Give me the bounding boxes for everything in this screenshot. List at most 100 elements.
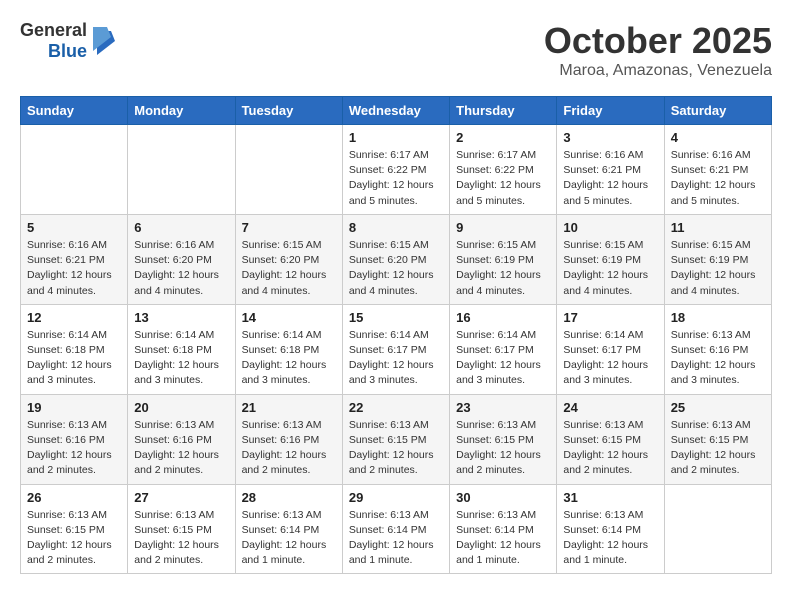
calendar-cell: 13 Sunrise: 6:14 AM Sunset: 6:18 PM Dayli… [128, 304, 235, 394]
day-info: Sunrise: 6:13 AM Sunset: 6:14 PM Dayligh… [456, 508, 550, 569]
day-number: 21 [242, 400, 336, 415]
location-title: Maroa, Amazonas, Venezuela [544, 62, 772, 80]
calendar-cell: 7 Sunrise: 6:15 AM Sunset: 6:20 PM Daylig… [235, 214, 342, 304]
day-number: 27 [134, 490, 228, 505]
day-info: Sunrise: 6:13 AM Sunset: 6:14 PM Dayligh… [349, 508, 443, 569]
logo: General Blue [20, 20, 115, 62]
day-info: Sunrise: 6:15 AM Sunset: 6:19 PM Dayligh… [671, 238, 765, 299]
page-header: General Blue October 2025 Maroa, Amazona… [20, 20, 772, 80]
calendar-cell: 25Sunrise: 6:13 AM Sunset: 6:15 PM Dayli… [664, 394, 771, 484]
day-number: 22 [349, 400, 443, 415]
day-number: 15 [349, 310, 443, 325]
day-number: 1 [349, 130, 443, 145]
calendar-cell: 16 Sunrise: 6:14 AM Sunset: 6:17 PM Dayli… [450, 304, 557, 394]
calendar-week-row: 5Sunrise: 6:16 AM Sunset: 6:21 PM Daylig… [21, 214, 772, 304]
calendar-cell: 14Sunrise: 6:14 AM Sunset: 6:18 PM Dayli… [235, 304, 342, 394]
day-info: Sunrise: 6:16 AM Sunset: 6:21 PM Dayligh… [671, 148, 765, 209]
day-info: Sunrise: 6:13 AM Sunset: 6:16 PM Dayligh… [27, 418, 121, 479]
calendar-cell: 19 Sunrise: 6:13 AM Sunset: 6:16 PM Dayli… [21, 394, 128, 484]
calendar-cell: 31 Sunrise: 6:13 AM Sunset: 6:14 PM Dayli… [557, 484, 664, 574]
day-number: 8 [349, 220, 443, 235]
day-number: 11 [671, 220, 765, 235]
day-number: 2 [456, 130, 550, 145]
calendar-cell: 29 Sunrise: 6:13 AM Sunset: 6:14 PM Dayli… [342, 484, 449, 574]
day-info: Sunrise: 6:15 AM Sunset: 6:19 PM Dayligh… [456, 238, 550, 299]
calendar-cell: 26Sunrise: 6:13 AM Sunset: 6:15 PM Dayli… [21, 484, 128, 574]
day-number: 29 [349, 490, 443, 505]
calendar-cell: 23 Sunrise: 6:13 AM Sunset: 6:15 PM Dayli… [450, 394, 557, 484]
calendar-header-row: SundayMondayTuesdayWednesdayThursdayFrid… [21, 97, 772, 125]
weekday-header: Thursday [450, 97, 557, 125]
calendar-cell: 27 Sunrise: 6:13 AM Sunset: 6:15 PM Dayli… [128, 484, 235, 574]
day-number: 6 [134, 220, 228, 235]
weekday-header: Tuesday [235, 97, 342, 125]
day-number: 10 [563, 220, 657, 235]
day-number: 9 [456, 220, 550, 235]
day-info: Sunrise: 6:16 AM Sunset: 6:20 PM Dayligh… [134, 238, 228, 299]
day-info: Sunrise: 6:13 AM Sunset: 6:16 PM Dayligh… [671, 328, 765, 389]
day-info: Sunrise: 6:13 AM Sunset: 6:16 PM Dayligh… [134, 418, 228, 479]
day-info: Sunrise: 6:13 AM Sunset: 6:15 PM Dayligh… [563, 418, 657, 479]
day-info: Sunrise: 6:15 AM Sunset: 6:20 PM Dayligh… [242, 238, 336, 299]
logo-icon [93, 27, 115, 55]
day-number: 19 [27, 400, 121, 415]
logo-general: General [20, 20, 87, 41]
calendar-cell: 8 Sunrise: 6:15 AM Sunset: 6:20 PM Daylig… [342, 214, 449, 304]
day-number: 5 [27, 220, 121, 235]
weekday-header: Friday [557, 97, 664, 125]
day-number: 31 [563, 490, 657, 505]
title-block: October 2025 Maroa, Amazonas, Venezuela [544, 20, 772, 80]
calendar-cell: 11 Sunrise: 6:15 AM Sunset: 6:19 PM Dayli… [664, 214, 771, 304]
day-info: Sunrise: 6:13 AM Sunset: 6:14 PM Dayligh… [563, 508, 657, 569]
calendar-week-row: 19 Sunrise: 6:13 AM Sunset: 6:16 PM Dayli… [21, 394, 772, 484]
day-info: Sunrise: 6:15 AM Sunset: 6:19 PM Dayligh… [563, 238, 657, 299]
day-info: Sunrise: 6:15 AM Sunset: 6:20 PM Dayligh… [349, 238, 443, 299]
day-info: Sunrise: 6:13 AM Sunset: 6:15 PM Dayligh… [134, 508, 228, 569]
day-number: 12 [27, 310, 121, 325]
day-number: 17 [563, 310, 657, 325]
calendar-cell: 6 Sunrise: 6:16 AM Sunset: 6:20 PM Daylig… [128, 214, 235, 304]
calendar-week-row: 26Sunrise: 6:13 AM Sunset: 6:15 PM Dayli… [21, 484, 772, 574]
day-number: 4 [671, 130, 765, 145]
day-number: 18 [671, 310, 765, 325]
day-info: Sunrise: 6:16 AM Sunset: 6:21 PM Dayligh… [563, 148, 657, 209]
calendar-table: SundayMondayTuesdayWednesdayThursdayFrid… [20, 96, 772, 574]
calendar-cell: 2 Sunrise: 6:17 AM Sunset: 6:22 PM Daylig… [450, 125, 557, 215]
weekday-header: Monday [128, 97, 235, 125]
weekday-header: Wednesday [342, 97, 449, 125]
calendar-cell [235, 125, 342, 215]
day-info: Sunrise: 6:17 AM Sunset: 6:22 PM Dayligh… [456, 148, 550, 209]
calendar-cell: 30Sunrise: 6:13 AM Sunset: 6:14 PM Dayli… [450, 484, 557, 574]
day-number: 13 [134, 310, 228, 325]
day-number: 7 [242, 220, 336, 235]
calendar-cell: 15 Sunrise: 6:14 AM Sunset: 6:17 PM Dayli… [342, 304, 449, 394]
calendar-cell [664, 484, 771, 574]
day-number: 16 [456, 310, 550, 325]
calendar-cell: 21Sunrise: 6:13 AM Sunset: 6:16 PM Dayli… [235, 394, 342, 484]
calendar-cell [128, 125, 235, 215]
calendar-cell: 20 Sunrise: 6:13 AM Sunset: 6:16 PM Dayli… [128, 394, 235, 484]
calendar-cell: 10 Sunrise: 6:15 AM Sunset: 6:19 PM Dayli… [557, 214, 664, 304]
calendar-cell: 22Sunrise: 6:13 AM Sunset: 6:15 PM Dayli… [342, 394, 449, 484]
weekday-header: Saturday [664, 97, 771, 125]
day-info: Sunrise: 6:13 AM Sunset: 6:15 PM Dayligh… [456, 418, 550, 479]
weekday-header: Sunday [21, 97, 128, 125]
calendar-cell: 28Sunrise: 6:13 AM Sunset: 6:14 PM Dayli… [235, 484, 342, 574]
calendar-week-row: 12 Sunrise: 6:14 AM Sunset: 6:18 PM Dayli… [21, 304, 772, 394]
day-number: 23 [456, 400, 550, 415]
day-info: Sunrise: 6:14 AM Sunset: 6:18 PM Dayligh… [27, 328, 121, 389]
day-info: Sunrise: 6:14 AM Sunset: 6:18 PM Dayligh… [242, 328, 336, 389]
logo-blue: Blue [48, 41, 87, 62]
calendar-cell: 4 Sunrise: 6:16 AM Sunset: 6:21 PM Daylig… [664, 125, 771, 215]
day-info: Sunrise: 6:14 AM Sunset: 6:17 PM Dayligh… [456, 328, 550, 389]
day-info: Sunrise: 6:14 AM Sunset: 6:17 PM Dayligh… [563, 328, 657, 389]
day-info: Sunrise: 6:14 AM Sunset: 6:17 PM Dayligh… [349, 328, 443, 389]
day-info: Sunrise: 6:14 AM Sunset: 6:18 PM Dayligh… [134, 328, 228, 389]
day-number: 20 [134, 400, 228, 415]
day-number: 24 [563, 400, 657, 415]
calendar-cell: 17 Sunrise: 6:14 AM Sunset: 6:17 PM Dayli… [557, 304, 664, 394]
calendar-week-row: 1 Sunrise: 6:17 AM Sunset: 6:22 PM Daylig… [21, 125, 772, 215]
day-info: Sunrise: 6:13 AM Sunset: 6:15 PM Dayligh… [671, 418, 765, 479]
calendar-cell: 24 Sunrise: 6:13 AM Sunset: 6:15 PM Dayli… [557, 394, 664, 484]
calendar-cell: 12 Sunrise: 6:14 AM Sunset: 6:18 PM Dayli… [21, 304, 128, 394]
